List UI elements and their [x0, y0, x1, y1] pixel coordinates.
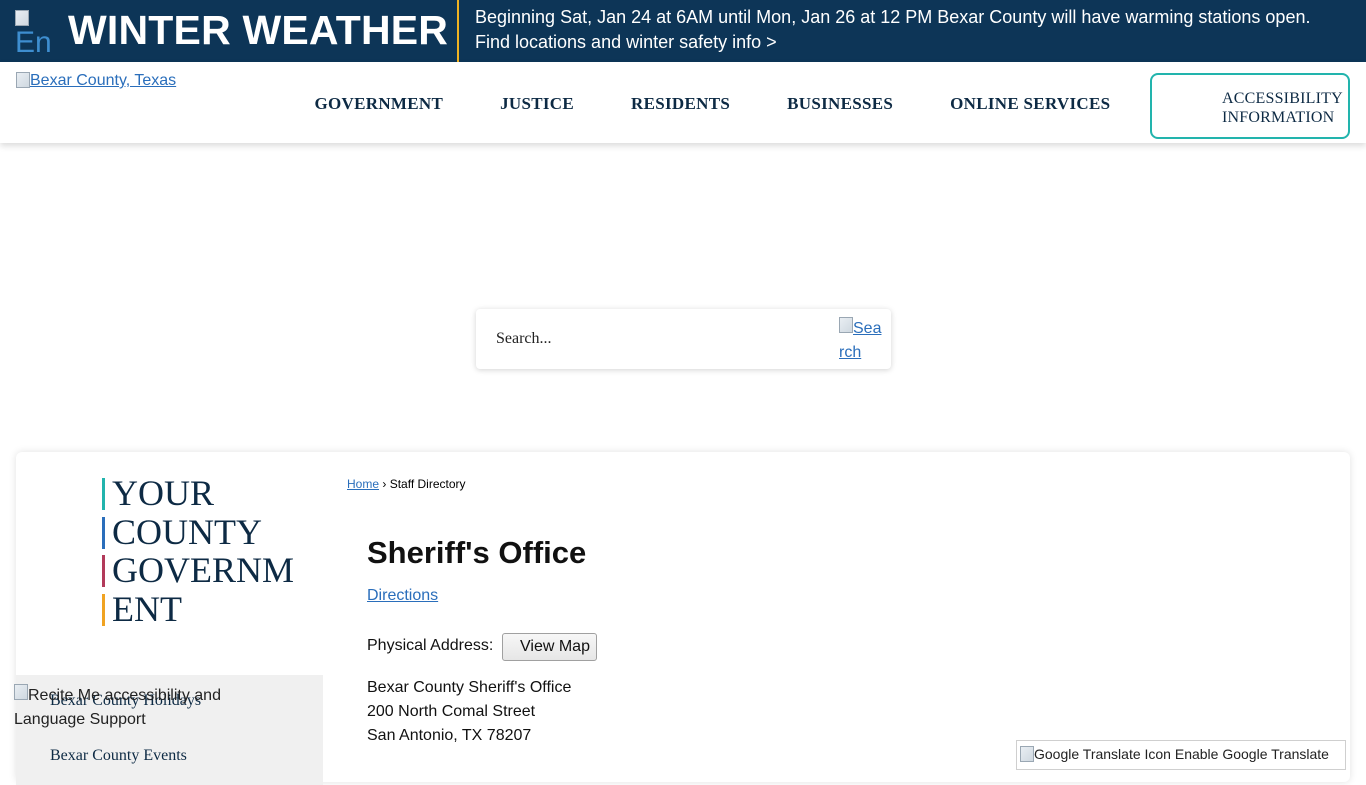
breadcrumb: Home › Staff Directory [347, 477, 466, 491]
nav-government[interactable]: GOVERNMENT [286, 94, 472, 114]
breadcrumb-separator: › [382, 477, 387, 491]
alert-banner[interactable]: En WINTER WEATHER Beginning Sat, Jan 24 … [0, 0, 1366, 62]
heading-line-3: GOVERNM [102, 551, 317, 590]
google-translate-icon [1020, 746, 1034, 762]
heading-line-4: ENT [102, 589, 317, 629]
google-translate-button[interactable]: Google Translate Icon Enable Google Tran… [1016, 740, 1346, 770]
alert-text: Beginning Sat, Jan 24 at 6AM until Mon, … [475, 5, 1355, 55]
breadcrumb-home-link[interactable]: Home [347, 477, 379, 491]
logo-alt-text: Bexar County, Texas [30, 72, 177, 89]
nav-justice[interactable]: JUSTICE [472, 94, 603, 114]
recite-me-icon [14, 684, 28, 700]
alert-link[interactable]: Find locations and winter safety info > [475, 30, 1355, 55]
address-line-3: San Antonio, TX 78207 [367, 727, 532, 744]
recite-me-alt: Recite Me accessibility and Language Sup… [14, 687, 221, 728]
physical-address-label: Physical Address: [367, 637, 494, 654]
alert-divider [457, 0, 459, 62]
view-map-button[interactable]: View Map [502, 633, 597, 661]
alert-image-alt: En [15, 26, 52, 55]
breadcrumb-current: Staff Directory [389, 477, 466, 491]
nav-online-services[interactable]: ONLINE SERVICES [922, 94, 1139, 114]
recite-me-button[interactable]: Recite Me accessibility and Language Sup… [14, 684, 264, 732]
broken-image-icon [16, 72, 30, 88]
heading-line-2: COUNTY [102, 512, 317, 552]
search-icon [839, 317, 853, 333]
alert-message: Beginning Sat, Jan 24 at 6AM until Mon, … [475, 7, 1311, 27]
address-line-1: Bexar County Sheriff's Office [367, 679, 572, 696]
google-translate-label: Google Translate Icon Enable Google Tran… [1034, 746, 1329, 762]
sidebar-item-bexar-county-events[interactable]: Bexar County Events [50, 747, 187, 765]
content-card: YOUR COUNTY GOVERNM ENT Bexar County Hol… [16, 452, 1350, 785]
nav-residents[interactable]: RESIDENTS [603, 94, 759, 114]
broken-image-icon [15, 10, 29, 26]
heading-line-1: YOUR [102, 474, 317, 513]
alert-image: En [15, 10, 63, 54]
your-county-government-heading: YOUR COUNTY GOVERNM ENT [102, 474, 317, 628]
site-logo-link[interactable]: Bexar County, Texas [16, 72, 176, 90]
main-navigation: GOVERNMENT JUSTICE RESIDENTS BUSINESSES … [286, 94, 1139, 114]
site-header: Bexar County, Texas GOVERNMENT JUSTICE R… [0, 62, 1366, 143]
sidebar: YOUR COUNTY GOVERNM ENT Bexar County Hol… [16, 452, 323, 785]
search-input[interactable] [476, 309, 826, 369]
nav-businesses[interactable]: BUSINESSES [759, 94, 922, 114]
address-block: Bexar County Sheriff's Office 200 North … [367, 676, 571, 748]
accessibility-information-button[interactable]: ACCESSIBILITY INFORMATION [1150, 73, 1350, 139]
search-button[interactable]: Search [839, 317, 885, 365]
search-box: Search [476, 309, 891, 369]
accessibility-label-line2: INFORMATION [1222, 109, 1335, 126]
accessibility-label-line1: ACCESSIBILITY [1222, 90, 1343, 107]
address-line-2: 200 North Comal Street [367, 703, 536, 720]
alert-title: WINTER WEATHER [68, 7, 449, 53]
directions-link[interactable]: Directions [367, 587, 438, 605]
page-title: Sheriff's Office [367, 535, 587, 570]
